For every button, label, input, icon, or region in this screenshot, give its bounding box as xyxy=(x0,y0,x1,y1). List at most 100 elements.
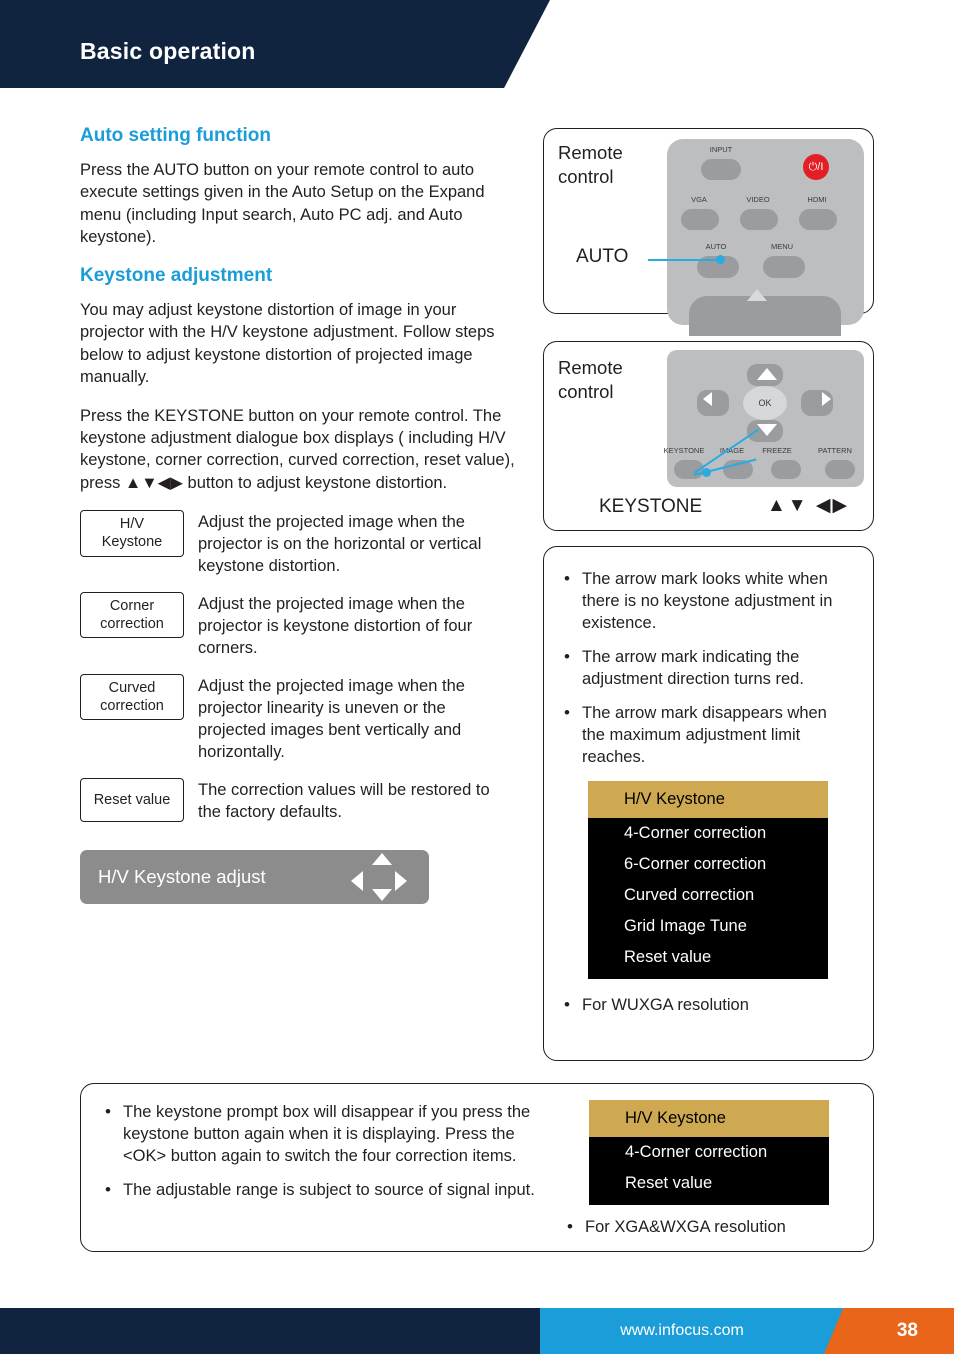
footer-url-block: www.infocus.com xyxy=(540,1308,824,1354)
definition-description: Adjust the projected image when the proj… xyxy=(198,676,465,761)
remote1-key-video xyxy=(740,209,778,230)
page-number: 38 xyxy=(896,1320,918,1341)
definition-description: Adjust the projected image when the proj… xyxy=(198,595,473,657)
definition-term-line1: Curved xyxy=(108,679,156,696)
remote1-key-label-auto: AUTO xyxy=(705,242,727,251)
osd-item[interactable]: Grid Image Tune xyxy=(588,911,828,942)
header-slant-shape xyxy=(494,0,550,88)
keystone-adjustment-heading: Keystone adjustment xyxy=(80,264,273,286)
keystone-prompt-note-panel: The keystone prompt box will disappear i… xyxy=(80,1083,874,1252)
arrow-mark-bullet-list: The arrow mark looks white when there is… xyxy=(562,568,853,769)
definition-term-line2: Keystone xyxy=(101,534,163,551)
remote1-key-label-input: INPUT xyxy=(709,145,733,154)
remote1-key-input xyxy=(701,159,741,180)
remote2-callout-arrows: ▲▼ ◀▶ xyxy=(767,495,850,516)
remote2-label-line1: Remote xyxy=(558,357,623,378)
list-item: For XGA&WXGA resolution xyxy=(565,1216,865,1239)
remote2-key-label-ok: OK xyxy=(758,398,772,408)
remote1-key-menu xyxy=(763,256,805,278)
remote1-key-hdmi xyxy=(799,209,837,230)
remote1-callout-auto: AUTO xyxy=(576,246,629,267)
definition-row-curved-correction: Curved correction Adjust the projected i… xyxy=(80,673,516,764)
keystone-paragraph-2: Press the KEYSTONE button on your remote… xyxy=(80,406,515,492)
definition-term-box: Curved correction xyxy=(80,673,184,721)
arrow-left-icon xyxy=(351,870,363,891)
page-title: Basic operation xyxy=(80,38,256,64)
arrow-mark-note-panel: The arrow mark looks white when there is… xyxy=(543,546,874,1061)
definition-term-box: Reset value xyxy=(80,777,184,822)
definition-term-line1: H/V xyxy=(119,516,145,533)
remote2-arrow-down-icon xyxy=(757,424,777,436)
remote2-arrow-up-icon xyxy=(757,368,777,380)
remote2-key-label-pattern: PATTERN xyxy=(818,446,852,455)
remote2-key-left xyxy=(697,390,729,416)
list-item: The adjustable range is subject to sourc… xyxy=(103,1179,543,1202)
remote1-arrow-up-icon xyxy=(747,289,767,301)
remote1-label-line1: Remote xyxy=(558,142,623,163)
definition-row-reset-value: Reset value The correction values will b… xyxy=(80,777,516,824)
remote1-illustration: INPUT ⏻/I VGA VIDEO HDMI AUTO MENU xyxy=(667,139,864,336)
arrow-down-icon xyxy=(372,888,392,901)
power-button-icon: ⏻/I xyxy=(803,154,829,180)
remote1-callout-leader-line xyxy=(648,259,720,261)
remote1-key-vga xyxy=(681,209,719,230)
list-item: The arrow mark disappears when the maxim… xyxy=(562,702,853,769)
definition-term-line1: Reset value xyxy=(93,791,171,808)
remote2-label-line2: control xyxy=(558,381,614,402)
definition-term-line2: correction xyxy=(100,616,164,633)
remote2-key-freeze xyxy=(771,460,801,479)
arrow-up-icon xyxy=(372,852,392,865)
page-header: Basic operation xyxy=(0,0,954,88)
remote1-key-label-vga: VGA xyxy=(691,195,707,204)
remote2-callout-dot xyxy=(702,468,711,477)
definition-description: The correction values will be restored t… xyxy=(198,780,490,821)
osd-item[interactable]: Curved correction xyxy=(588,880,828,911)
osd-item[interactable]: 4-Corner correction xyxy=(588,818,828,849)
left-content-column: Auto setting function Press the AUTO but… xyxy=(80,125,516,904)
remote1-key-label-hdmi: HDMI xyxy=(807,195,827,204)
remote2-key-ok: OK xyxy=(743,386,787,420)
remote2-key-label-freeze: FREEZE xyxy=(762,446,792,455)
remote1-key-label-menu: MENU xyxy=(770,242,794,251)
definition-description: Adjust the projected image when the proj… xyxy=(198,513,482,576)
xga-caption-list: For XGA&WXGA resolution xyxy=(565,1216,865,1251)
remote2-arrow-left-icon xyxy=(703,392,712,406)
list-item: The keystone prompt box will disappear i… xyxy=(103,1101,543,1168)
hv-keystone-adjust-dialog: H/V Keystone adjust xyxy=(80,849,429,904)
remote2-key-label-keystone: KEYSTONE xyxy=(663,446,705,455)
osd-item[interactable]: 4-Corner correction xyxy=(589,1137,829,1168)
remote2-illustration: OK KEYSTONE IMAGE FREEZE PATTERN xyxy=(664,350,864,487)
remote2-navigation-pad: OK xyxy=(695,364,835,442)
osd-menu-wuxga: H/V Keystone 4-Corner correction 6-Corne… xyxy=(588,780,828,979)
auto-setting-heading: Auto setting function xyxy=(80,125,272,146)
footer-page-number-block: 38 xyxy=(843,1308,954,1354)
remote2-key-pattern xyxy=(825,460,855,479)
list-item: The arrow mark looks white when there is… xyxy=(562,568,853,635)
keystone-paragraph-1: You may adjust keystone distortion of im… xyxy=(80,300,495,387)
footer-navy-block xyxy=(0,1308,500,1354)
list-item: For WUXGA resolution xyxy=(562,994,853,1017)
osd-item[interactable]: 6-Corner correction xyxy=(588,849,828,880)
osd-header-hv-keystone: H/V Keystone xyxy=(589,1100,829,1137)
remote1-callout-dot xyxy=(716,255,725,264)
hv-keystone-adjust-label: H/V Keystone adjust xyxy=(98,865,266,887)
remote-control-auto-panel: Remote control INPUT ⏻/I VGA VIDEO HDMI … xyxy=(543,128,874,336)
remote1-label-line2: control xyxy=(558,166,614,187)
footer-website-link[interactable]: www.infocus.com xyxy=(620,1322,744,1340)
list-item: The arrow mark indicating the adjustment… xyxy=(562,646,853,691)
osd-item[interactable]: Reset value xyxy=(588,942,828,979)
page-footer: www.infocus.com 38 xyxy=(0,1308,954,1354)
keystone-prompt-bullet-list: The keystone prompt box will disappear i… xyxy=(103,1101,543,1214)
osd-item[interactable]: Reset value xyxy=(589,1168,829,1205)
definition-term-box: H/V Keystone xyxy=(80,510,184,557)
definition-term-line1: Corner xyxy=(109,598,155,615)
remote2-callout-keystone: KEYSTONE xyxy=(599,496,703,517)
auto-setting-paragraph: Press the AUTO button on your remote con… xyxy=(80,161,485,247)
remote1-key-label-video: VIDEO xyxy=(746,195,770,204)
remote1-navigation-pad xyxy=(689,296,841,336)
direction-arrows-icon xyxy=(351,852,407,901)
definition-row-corner-correction: Corner correction Adjust the projected i… xyxy=(80,592,516,660)
definition-term-box: Corner correction xyxy=(80,592,184,639)
remote-control-keystone-panel: Remote control OK KEYSTONE IMAGE FREEZE … xyxy=(543,341,874,531)
remote2-arrow-right-icon xyxy=(822,392,831,406)
